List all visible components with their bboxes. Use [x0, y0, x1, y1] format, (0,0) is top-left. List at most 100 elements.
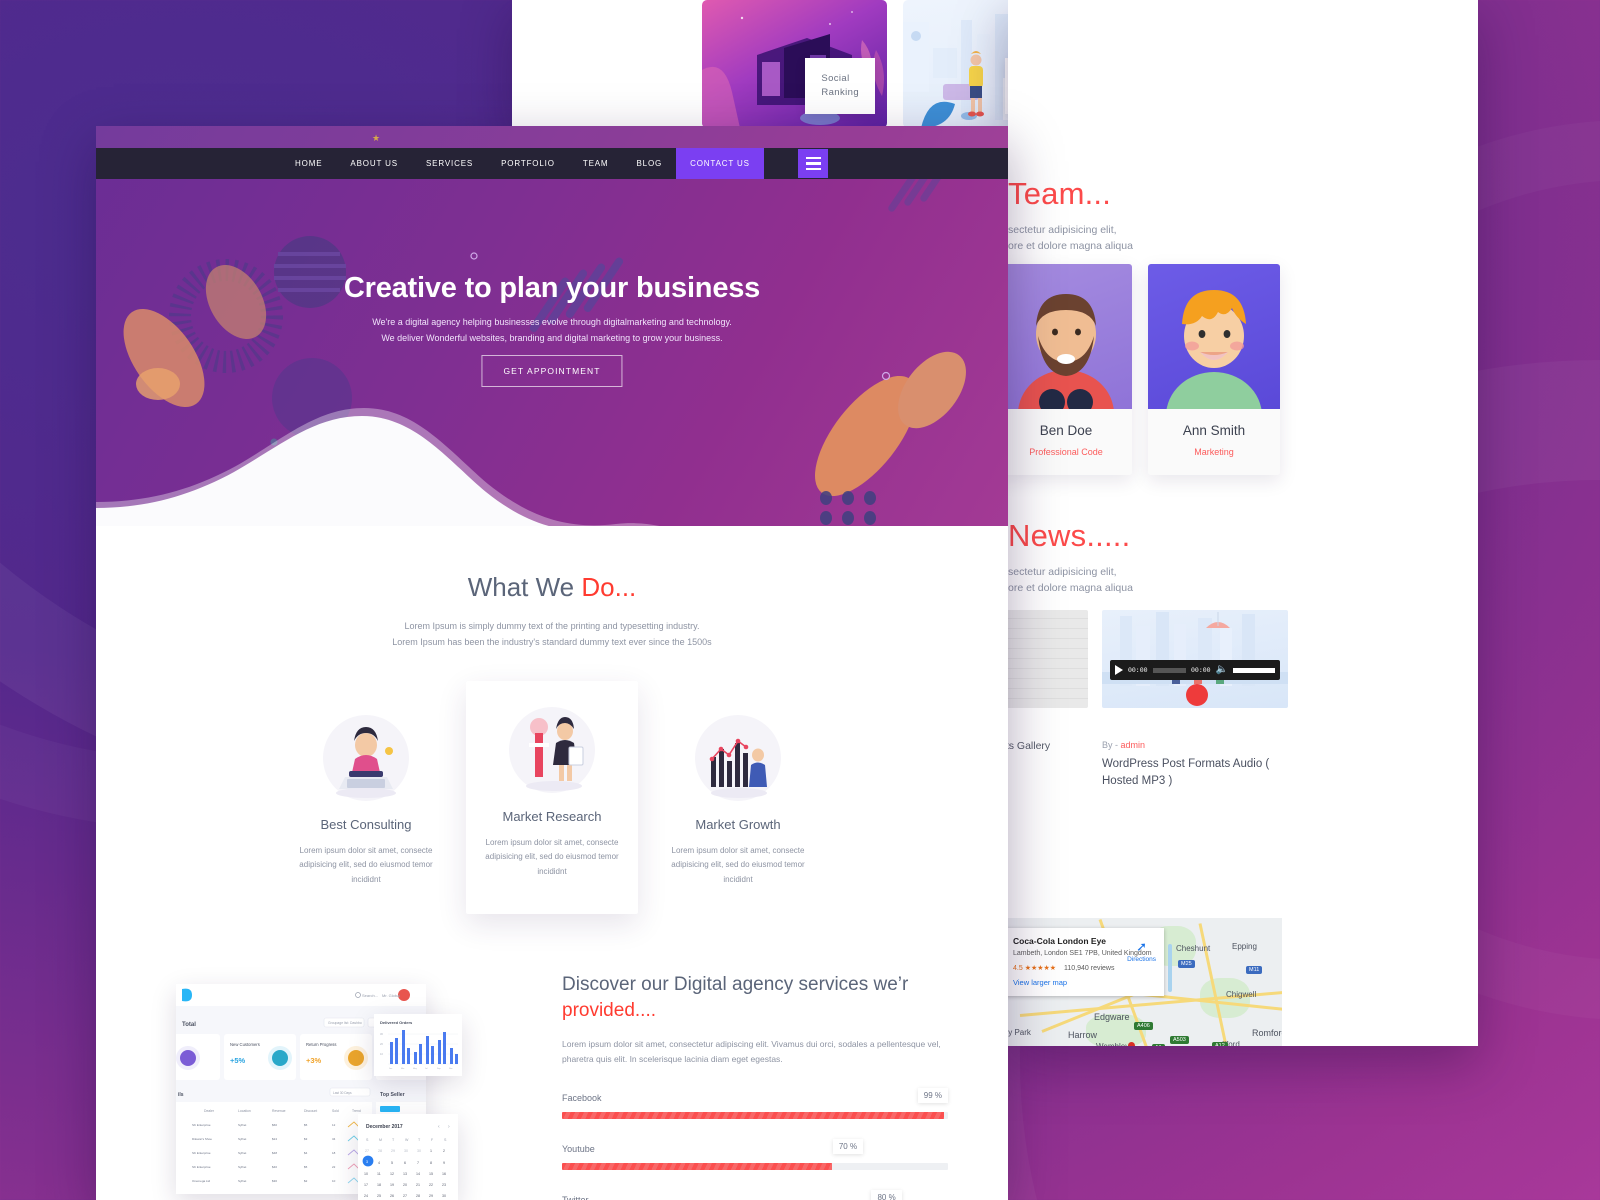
svg-text:Onemega Ltd: Onemega Ltd	[192, 1179, 211, 1183]
map-road-shield: A406	[1134, 1022, 1153, 1030]
svg-text:Trend: Trend	[352, 1109, 361, 1113]
svg-text:14: 14	[416, 1172, 420, 1176]
svg-text:+3%: +3%	[306, 1056, 322, 1065]
svg-text:1: 1	[430, 1149, 432, 1153]
nav-item-home[interactable]: HOME	[281, 148, 336, 179]
service-card-market-research[interactable]: Market Research Lorem ipsum dolor sit am…	[466, 680, 638, 914]
team-member-name: Ann Smith	[1182, 423, 1246, 438]
svg-text:SK Enterprise: SK Enterprise	[192, 1123, 211, 1127]
svg-text:Sylhet: Sylhet	[238, 1137, 247, 1141]
nav-item-team[interactable]: TEAM	[569, 148, 623, 179]
svg-text:Dilowar's Shoe: Dilowar's Shoe	[192, 1137, 212, 1141]
video-progress-scrubber[interactable]	[1152, 667, 1187, 673]
svg-text:Top Seller: Top Seller	[380, 1092, 405, 1098]
team-title: Team...	[1008, 176, 1112, 211]
woman-with-laptop-icon	[323, 714, 409, 801]
nav-links: HOME ABOUT US SERVICES PORTFOLIO TEAM BL…	[281, 148, 764, 179]
news-right-caption: By - admin WordPress Post Formats Audio …	[1102, 740, 1302, 791]
svg-text:13: 13	[403, 1172, 407, 1176]
svg-text:SK Enterprise: SK Enterprise	[192, 1151, 211, 1155]
top-utility-bar: ★	[96, 126, 1008, 148]
skill-youtube: Youtube 70 %	[562, 1138, 948, 1170]
top-card-social-ranking[interactable]: Social Ranking	[702, 0, 887, 128]
svg-text:12: 12	[332, 1123, 336, 1127]
map-directions-button[interactable]: ➚ Directions	[1127, 940, 1156, 963]
volume-slider[interactable]	[1233, 667, 1275, 673]
map-label: Epping	[1232, 942, 1257, 951]
svg-text:2: 2	[443, 1149, 445, 1153]
news-subtitle: sectetur adipisicing elit, ore et dolore …	[1008, 566, 1133, 595]
discover-title: Discover our Digital agency services we’…	[562, 973, 909, 1021]
video-current-time: 00:00	[1128, 666, 1148, 674]
news-video-thumbnail[interactable]: 00:00 00:00 🔈	[1102, 610, 1288, 708]
bar-chart-growth-icon	[695, 714, 781, 801]
svg-text:SK Enterprise: SK Enterprise	[192, 1165, 211, 1169]
team-card[interactable]: Ben Doe Professional Code	[1008, 264, 1132, 475]
svg-text:+5%: +5%	[230, 1056, 246, 1065]
main-website-panel: ★ HOME ABOUT US SERVICES PORTFOLIO TEAM …	[96, 126, 1008, 1200]
svg-text:10: 10	[332, 1179, 336, 1183]
news-section-header: News..... sectetur adipisicing elit, ore …	[1008, 518, 1338, 597]
nav-item-contact-us[interactable]: CONTACT US	[676, 148, 764, 179]
hamburger-icon[interactable]	[798, 149, 828, 178]
svg-text:Mr. Global: Mr. Global	[382, 993, 400, 998]
map-label: Harrow	[1068, 1030, 1098, 1040]
service-card-best-consulting[interactable]: Best Consulting Lorem ipsum dolor sit am…	[280, 693, 452, 914]
hero-section: ★ HOME ABOUT US SERVICES PORTFOLIO TEAM …	[96, 126, 1008, 526]
view-larger-map-link[interactable]: View larger map	[1013, 978, 1155, 987]
svg-text:9: 9	[443, 1161, 445, 1165]
google-map[interactable]: Cheshunt Epping Chigwell Edgware Harrow …	[1008, 918, 1282, 1046]
team-member-name: Ben Doe	[1039, 423, 1093, 438]
nav-item-blog[interactable]: BLOG	[622, 148, 676, 179]
svg-text:28: 28	[416, 1194, 420, 1198]
map-place-rating: 4.5 ★★★★★ 110,940 reviews	[1013, 965, 1115, 973]
skill-percent: 80 %	[871, 1189, 902, 1200]
nav-item-portfolio[interactable]: PORTFOLIO	[487, 148, 569, 179]
svg-text:30: 30	[404, 1149, 408, 1153]
map-label: Romford	[1252, 1028, 1282, 1038]
record-indicator	[1186, 684, 1208, 706]
map-label: Chigwell	[1226, 990, 1257, 999]
svg-text:Dealer: Dealer	[204, 1109, 215, 1113]
svg-text:34: 34	[332, 1137, 336, 1141]
svg-text:Revenue: Revenue	[272, 1109, 286, 1113]
team-card[interactable]: Ann Smith Marketing	[1148, 264, 1280, 475]
svg-text:Return Progress: Return Progress	[306, 1042, 337, 1047]
play-icon[interactable]	[1115, 665, 1123, 675]
svg-text:18: 18	[332, 1151, 336, 1155]
team-card-meta: Ann Smith Marketing	[1148, 409, 1280, 475]
svg-text:ils: ils	[178, 1092, 184, 1098]
svg-text:Sylhet: Sylhet	[238, 1151, 247, 1155]
progress-fill	[562, 1111, 945, 1119]
get-appointment-button[interactable]: GET APPOINTMENT	[481, 355, 623, 387]
map-place-card: Coca-Cola London Eye Lambeth, London SE1…	[1008, 928, 1164, 997]
service-text: Lorem ipsum dolor sit amet, consecte adi…	[671, 845, 805, 885]
svg-text:Jan: Jan	[389, 1068, 392, 1070]
nav-item-about-us[interactable]: ABOUT US	[336, 148, 412, 179]
service-text: Lorem ipsum dolor sit amet, consecte adi…	[485, 837, 619, 877]
news-post-title[interactable]: WordPress Post Formats Audio ( Hosted MP…	[1102, 756, 1302, 791]
svg-text:New Customers: New Customers	[230, 1042, 260, 1047]
svg-text:11: 11	[377, 1172, 381, 1176]
svg-text:20: 20	[403, 1183, 407, 1187]
video-player-controls[interactable]: 00:00 00:00 🔈	[1110, 660, 1280, 680]
svg-text:15: 15	[429, 1172, 433, 1176]
svg-text:Sold: Sold	[332, 1109, 339, 1113]
services-row: Best Consulting Lorem ipsum dolor sit am…	[96, 680, 1008, 914]
team-member-role: Marketing	[1194, 447, 1234, 457]
svg-text:26: 26	[390, 1194, 394, 1198]
service-name: Market Research	[502, 808, 602, 824]
svg-text:29: 29	[429, 1194, 433, 1198]
dashboard-calendar-card: December 2017 ‹ › SMTW TFS 27 28 29 30 30 12…	[358, 1113, 458, 1200]
team-subtitle: sectetur adipisicing elit, ore et dolore …	[1008, 224, 1133, 253]
svg-text:12: 12	[390, 1172, 394, 1176]
speaker-icon[interactable]: 🔈	[1216, 665, 1228, 675]
nav-item-services[interactable]: SERVICES	[412, 148, 487, 179]
service-card-market-growth[interactable]: Market Growth Lorem ipsum dolor sit amet…	[652, 693, 824, 914]
svg-text:$5: $5	[304, 1123, 308, 1127]
news-thumbnail-gallery[interactable]	[1008, 610, 1088, 708]
svg-text:Last 30 Days: Last 30 Days	[333, 1091, 352, 1095]
svg-text:19: 19	[390, 1183, 394, 1187]
skill-label: Twitter	[562, 1194, 589, 1200]
skill-label: Facebook	[562, 1092, 602, 1103]
